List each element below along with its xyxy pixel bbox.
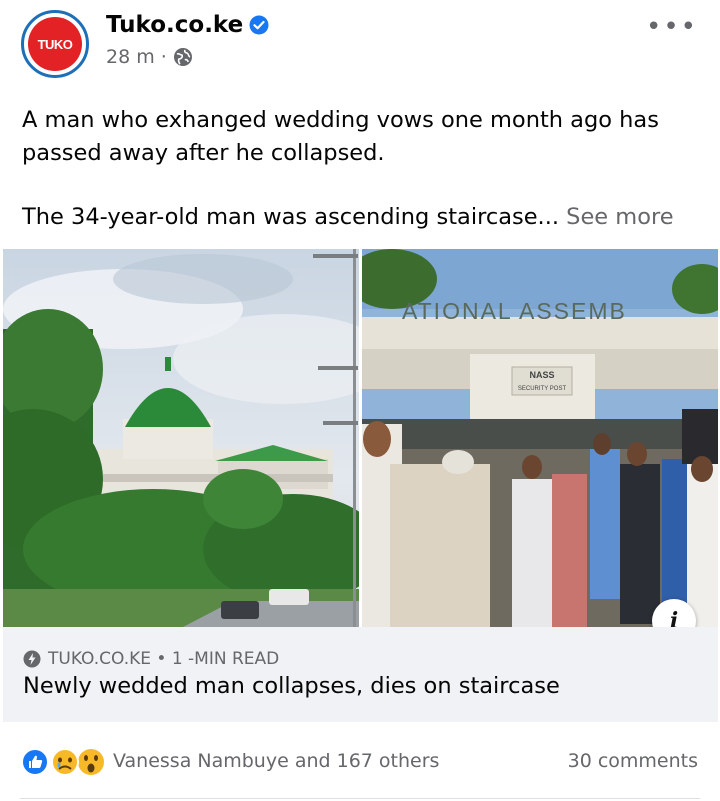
post-header: TUKO Tuko.co.ke 28 m · ••• bbox=[0, 0, 720, 100]
reactions-bar: Vanessa Nambuye and 167 others 30 commen… bbox=[0, 722, 720, 801]
divider bbox=[20, 798, 700, 799]
post-meta: 28 m · bbox=[106, 46, 193, 68]
logo-text: TUKO bbox=[37, 36, 73, 52]
see-more-link[interactable]: See more bbox=[566, 204, 673, 230]
assembly-sign-text: ATIONAL ASSEMB bbox=[402, 298, 627, 324]
page-name[interactable]: Tuko.co.ke bbox=[106, 12, 243, 38]
more-options-icon[interactable]: ••• bbox=[646, 12, 698, 42]
post-images: ATIONAL ASSEMB NASS SECURITY POST i bbox=[0, 249, 720, 643]
bolt-icon bbox=[23, 650, 41, 668]
post-text-paragraph-1: A man who exhanged wedding vows one mont… bbox=[22, 107, 659, 166]
image-national-assembly-dome[interactable] bbox=[3, 249, 359, 627]
post-text-snippet: The 34-year-old man was ascending stairc… bbox=[22, 204, 560, 230]
security-post-text: SECURITY POST bbox=[518, 386, 567, 392]
crowd-photo: ATIONAL ASSEMB NASS SECURITY POST bbox=[362, 249, 718, 627]
nass-sign-text: NASS bbox=[529, 370, 554, 380]
wow-reaction-icon bbox=[78, 749, 104, 775]
post-time[interactable]: 28 m bbox=[106, 46, 155, 68]
tuko-logo: TUKO bbox=[28, 17, 82, 71]
dome-photo bbox=[3, 249, 359, 627]
comments-count[interactable]: 30 comments bbox=[568, 750, 698, 772]
meta-separator: · bbox=[160, 46, 167, 68]
verified-badge-icon bbox=[249, 15, 269, 35]
link-source-row: TUKO.CO.KE • 1 -MIN READ bbox=[23, 649, 279, 669]
page-name-row: Tuko.co.ke bbox=[106, 12, 269, 38]
image-assembly-gate-crowd[interactable]: ATIONAL ASSEMB NASS SECURITY POST bbox=[362, 249, 718, 627]
post-text-paragraph-2: The 34-year-old man was ascending stairc… bbox=[22, 201, 702, 234]
page-avatar[interactable]: TUKO bbox=[21, 10, 89, 78]
like-reaction-icon bbox=[21, 748, 49, 776]
reaction-icons[interactable] bbox=[21, 748, 111, 776]
reactors-text[interactable]: Vanessa Nambuye and 167 others bbox=[113, 750, 439, 772]
link-source: TUKO.CO.KE • 1 -MIN READ bbox=[48, 649, 280, 669]
link-preview-card[interactable]: TUKO.CO.KE • 1 -MIN READ Newly wedded ma… bbox=[3, 627, 718, 722]
globe-icon bbox=[173, 48, 192, 66]
link-title[interactable]: Newly wedded man collapses, dies on stai… bbox=[23, 673, 560, 699]
sad-reaction-icon bbox=[51, 748, 79, 776]
post-body: A man who exhanged wedding vows one mont… bbox=[22, 104, 702, 234]
